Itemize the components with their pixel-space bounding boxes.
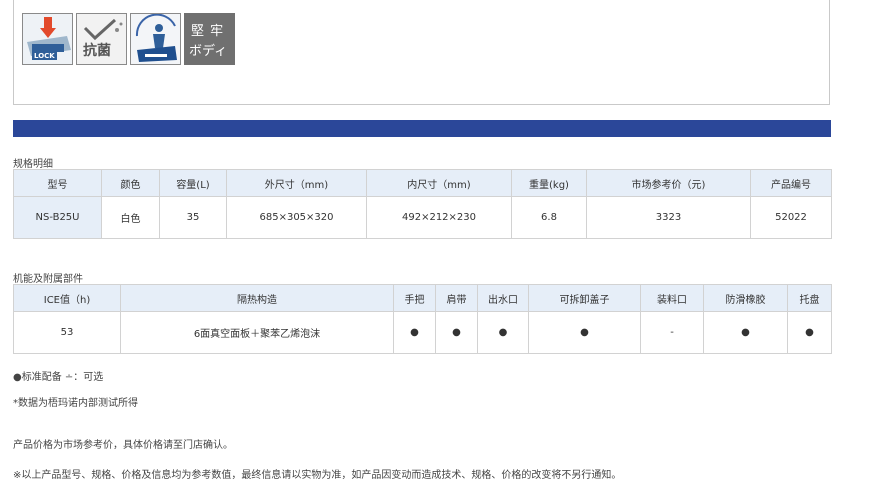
features-header-cell: ICE值（h)	[13, 284, 121, 312]
features-header-cell: 防滑橡胶	[703, 284, 788, 312]
spec-header-cell: 容量(L)	[159, 169, 227, 197]
spec-price-cell: 3323	[586, 196, 751, 239]
features-header-cell: 隔热构造	[120, 284, 394, 312]
features-handle-cell: ●	[393, 311, 436, 354]
features-shoulder-strap-cell: ●	[435, 311, 478, 354]
features-loading-port-cell: -	[640, 311, 704, 354]
features-header-cell: 肩带	[435, 284, 478, 312]
spec-header-row: 型号 颜色 容量(L) 外尺寸（mm) 内尺寸（mm) 重量(kg) 市场参考价…	[13, 169, 832, 197]
features-insulation-cell: 6面真空面板＋聚苯乙烯泡沫	[120, 311, 394, 354]
spec-model-cell: NS-B25U	[13, 196, 102, 239]
spec-header-cell: 内尺寸（mm)	[366, 169, 512, 197]
table-row: 53 6面真空面板＋聚苯乙烯泡沫 ● ● ● ● - ● ●	[13, 311, 832, 354]
features-tray-cell: ●	[787, 311, 832, 354]
weight-bearing-icon	[130, 13, 181, 65]
features-header-cell: 出水口	[477, 284, 529, 312]
spec-inner-size-cell: 492×212×230	[366, 196, 512, 239]
spec-header-cell: 重量(kg)	[511, 169, 587, 197]
spec-product-code-cell: 52022	[750, 196, 832, 239]
price-note: 产品价格为市场参考价，具体价格请至门店确认。	[13, 440, 233, 451]
section-divider-bar	[13, 120, 831, 137]
legend-note: ●标准配备 ∸：可选	[13, 372, 104, 383]
features-section-title: 机能及附属部件	[13, 274, 83, 285]
spec-section-title: 规格明细	[13, 159, 53, 170]
test-data-note: *数据为梧玛诺内部测试所得	[13, 398, 138, 409]
spec-header-cell: 市场参考价（元)	[586, 169, 751, 197]
spec-capacity-cell: 35	[159, 196, 227, 239]
spec-table: 型号 颜色 容量(L) 外尺寸（mm) 内尺寸（mm) 重量(kg) 市场参考价…	[13, 169, 832, 239]
spec-weight-cell: 6.8	[511, 196, 587, 239]
disclaimer-note: ※以上产品型号、规格、价格及信息均为参考数值，最终信息请以实物为准，如产品因变动…	[13, 470, 622, 481]
antibacterial-icon: 抗菌	[76, 13, 127, 65]
feature-icons: LOCK 抗菌 堅 牢 ボディ	[22, 13, 235, 65]
features-antislip-cell: ●	[703, 311, 788, 354]
features-ice-cell: 53	[13, 311, 121, 354]
features-header-row: ICE值（h) 隔热构造 手把 肩带 出水口 可拆卸盖子 装料口 防滑橡胶 托盘	[13, 284, 832, 312]
lock-icon: LOCK	[22, 13, 73, 65]
lock-icon-label: LOCK	[32, 52, 57, 60]
spec-header-cell: 外尺寸（mm)	[226, 169, 367, 197]
features-drain-cell: ●	[477, 311, 529, 354]
sturdy-body-label-1: 堅 牢	[191, 24, 225, 39]
spec-header-cell: 颜色	[101, 169, 160, 197]
spec-header-cell: 型号	[13, 169, 102, 197]
antibacterial-icon-label: 抗菌	[83, 43, 111, 59]
features-table: ICE值（h) 隔热构造 手把 肩带 出水口 可拆卸盖子 装料口 防滑橡胶 托盘…	[13, 284, 832, 354]
spec-header-cell: 产品编号	[750, 169, 832, 197]
sturdy-body-icon: 堅 牢 ボディ	[184, 13, 235, 65]
features-header-cell: 可拆卸盖子	[528, 284, 641, 312]
table-row: NS-B25U 白色 35 685×305×320 492×212×230 6.…	[13, 196, 832, 239]
features-header-cell: 手把	[393, 284, 436, 312]
sturdy-body-label-2: ボディ	[189, 44, 228, 59]
spec-color-cell: 白色	[101, 196, 160, 239]
features-header-cell: 托盘	[787, 284, 832, 312]
features-header-cell: 装料口	[640, 284, 704, 312]
features-removable-lid-cell: ●	[528, 311, 641, 354]
spec-outer-size-cell: 685×305×320	[226, 196, 367, 239]
